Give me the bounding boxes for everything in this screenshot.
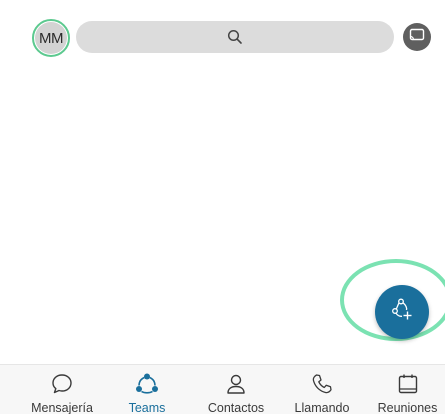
nav-item-reuniones[interactable]: Reuniones <box>370 365 445 414</box>
chat-bubble-icon <box>50 371 74 397</box>
nav-item-mensajeria[interactable]: Mensajería <box>22 365 102 414</box>
nav-item-teams[interactable]: Teams <box>116 365 178 414</box>
cast-button[interactable] <box>403 23 431 51</box>
nav-label-contactos: Contactos <box>207 401 265 414</box>
nav-label-llamando: Llamando <box>294 401 350 414</box>
calendar-icon <box>396 371 420 397</box>
phone-icon <box>310 371 334 397</box>
nav-item-contactos[interactable]: Contactos <box>196 365 276 414</box>
new-team-button[interactable] <box>375 285 429 339</box>
teams-icon <box>134 371 160 397</box>
nav-label-teams: Teams <box>128 401 166 414</box>
new-team-icon <box>388 296 416 329</box>
app-screen: MM Mensajería Teams Contactos Llamando R… <box>0 0 445 414</box>
search-bar[interactable] <box>76 21 394 53</box>
avatar-initials: MM <box>35 22 67 54</box>
search-icon <box>227 29 243 45</box>
person-icon <box>224 371 248 397</box>
avatar[interactable]: MM <box>32 19 70 57</box>
nav-item-llamando[interactable]: Llamando <box>284 365 360 414</box>
cast-icon <box>409 28 425 47</box>
nav-label-reuniones: Reuniones <box>377 401 438 414</box>
bottom-navigation: Mensajería Teams Contactos Llamando Reun… <box>0 364 445 414</box>
nav-label-mensajeria: Mensajería <box>31 401 93 414</box>
